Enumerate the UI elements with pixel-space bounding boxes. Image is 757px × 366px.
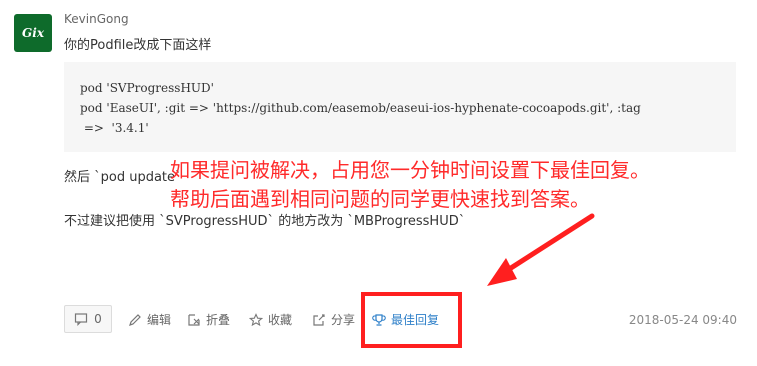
collapse-icon: [188, 313, 200, 326]
timestamp: 2018-05-24 09:40: [628, 313, 737, 327]
edit-button[interactable]: 编辑: [128, 311, 171, 328]
comment-count: 0: [94, 312, 102, 326]
pencil-icon: [129, 313, 141, 326]
share-button[interactable]: 分享: [312, 311, 355, 328]
comment-icon: [75, 313, 88, 326]
share-label: 分享: [331, 313, 356, 327]
share-icon: [313, 313, 325, 326]
collapse-button[interactable]: 折叠: [187, 311, 230, 328]
favorite-button[interactable]: 收藏: [249, 311, 292, 328]
collapse-label: 折叠: [206, 313, 231, 327]
star-icon: [249, 312, 263, 326]
highlight-box: [361, 292, 462, 348]
edit-label: 编辑: [147, 313, 172, 327]
favorite-label: 收藏: [268, 313, 293, 327]
comment-button[interactable]: 0: [64, 305, 112, 333]
